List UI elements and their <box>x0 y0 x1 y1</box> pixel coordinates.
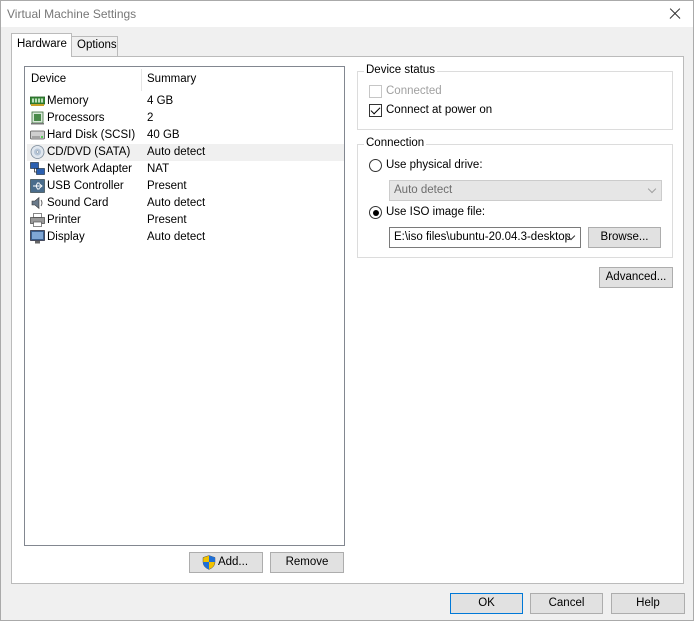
device-name: Printer <box>47 214 81 226</box>
connect-at-power-on-label: Connect at power on <box>386 104 493 116</box>
connection-group: Connection Use physical drive: Auto dete… <box>357 137 673 258</box>
device-name: Display <box>47 231 85 243</box>
device-summary: Present <box>147 214 187 226</box>
physical-drive-radio[interactable] <box>369 159 382 172</box>
device-column-header[interactable]: Device <box>31 73 66 89</box>
display-icon <box>30 230 45 244</box>
device-row-sound-card[interactable]: Sound Card Auto detect <box>27 195 344 212</box>
device-list[interactable]: Device Summary Memory 4 GB Processors 2 … <box>24 66 345 546</box>
device-summary: Auto detect <box>147 231 206 243</box>
tab-hardware[interactable]: Hardware <box>11 33 72 57</box>
physical-drive-value: Auto detect <box>394 184 453 196</box>
network-adapter-icon <box>30 162 45 175</box>
device-name: Memory <box>47 95 89 107</box>
processor-icon <box>31 111 44 125</box>
title-bar: Virtual Machine Settings <box>1 1 693 27</box>
iso-image-radio[interactable] <box>369 206 382 219</box>
device-summary: 4 GB <box>147 95 174 107</box>
iso-image-path-combo[interactable]: E:\iso files\ubuntu-20.04.3-desktop <box>389 227 581 248</box>
device-row-network-adapter[interactable]: Network Adapter NAT <box>27 161 344 178</box>
device-status-label: Device status <box>364 64 438 76</box>
physical-drive-label: Use physical drive: <box>386 159 483 171</box>
device-summary: NAT <box>147 163 170 175</box>
hardware-panel: Device Summary Memory 4 GB Processors 2 … <box>11 56 684 584</box>
printer-icon <box>30 213 45 227</box>
help-button-label: Help <box>636 597 660 609</box>
tab-hardware-label: Hardware <box>17 38 67 50</box>
ok-button-label: OK <box>478 597 495 609</box>
column-separator[interactable] <box>141 69 142 91</box>
cd-dvd-icon <box>30 145 45 159</box>
device-name: Network Adapter <box>47 163 133 175</box>
iso-image-label: Use ISO image file: <box>386 206 486 218</box>
close-icon[interactable] <box>665 4 685 24</box>
connected-label: Connected <box>386 85 442 97</box>
device-summary: Auto detect <box>147 146 206 158</box>
device-name: Sound Card <box>47 197 109 209</box>
physical-drive-select[interactable]: Auto detect <box>389 180 662 201</box>
device-summary: 40 GB <box>147 129 180 141</box>
tab-options-label: Options <box>77 39 117 51</box>
device-name: Hard Disk (SCSI) <box>47 129 136 141</box>
device-name: USB Controller <box>47 180 124 192</box>
device-summary: 2 <box>147 112 154 124</box>
vm-settings-window: Virtual Machine Settings Hardware Option… <box>0 0 694 621</box>
sound-card-icon <box>31 196 43 210</box>
device-row-usb-controller[interactable]: USB Controller Present <box>27 178 344 195</box>
browse-button-label: Browse... <box>600 231 649 243</box>
chevron-down-icon <box>647 184 657 194</box>
device-row-printer[interactable]: Printer Present <box>27 212 344 229</box>
tab-options[interactable]: Options <box>71 36 118 56</box>
remove-button-label: Remove <box>285 556 329 568</box>
summary-column-header[interactable]: Summary <box>147 73 196 89</box>
connected-checkbox[interactable] <box>369 85 382 98</box>
device-summary: Auto detect <box>147 197 206 209</box>
device-row-cd-dvd[interactable]: CD/DVD (SATA) Auto detect <box>27 144 344 161</box>
usb-icon <box>30 179 45 193</box>
add-device-button[interactable]: Add... <box>189 552 263 573</box>
window-title: Virtual Machine Settings <box>7 7 137 21</box>
iso-image-path-value: E:\iso files\ubuntu-20.04.3-desktop <box>394 231 570 243</box>
cancel-button[interactable]: Cancel <box>530 593 603 614</box>
device-row-memory[interactable]: Memory 4 GB <box>27 93 344 110</box>
device-row-processors[interactable]: Processors 2 <box>27 110 344 127</box>
browse-button[interactable]: Browse... <box>588 227 661 248</box>
remove-device-button[interactable]: Remove <box>270 552 344 573</box>
device-name: Processors <box>47 112 105 124</box>
connection-label: Connection <box>364 137 427 149</box>
help-button[interactable]: Help <box>611 593 685 614</box>
hard-disk-icon <box>30 130 45 140</box>
advanced-button[interactable]: Advanced... <box>599 267 673 288</box>
device-row-display[interactable]: Display Auto detect <box>27 229 344 246</box>
device-name: CD/DVD (SATA) <box>47 146 131 158</box>
advanced-button-label: Advanced... <box>605 271 667 283</box>
device-status-group: Device status Connected Connect at power… <box>357 64 673 130</box>
ok-button[interactable]: OK <box>450 593 523 614</box>
uac-shield-icon <box>202 555 216 570</box>
device-summary: Present <box>147 180 187 192</box>
memory-icon <box>30 96 45 106</box>
device-row-hard-disk[interactable]: Hard Disk (SCSI) 40 GB <box>27 127 344 144</box>
connect-at-power-on-checkbox[interactable] <box>369 104 382 117</box>
cancel-button-label: Cancel <box>548 597 585 609</box>
